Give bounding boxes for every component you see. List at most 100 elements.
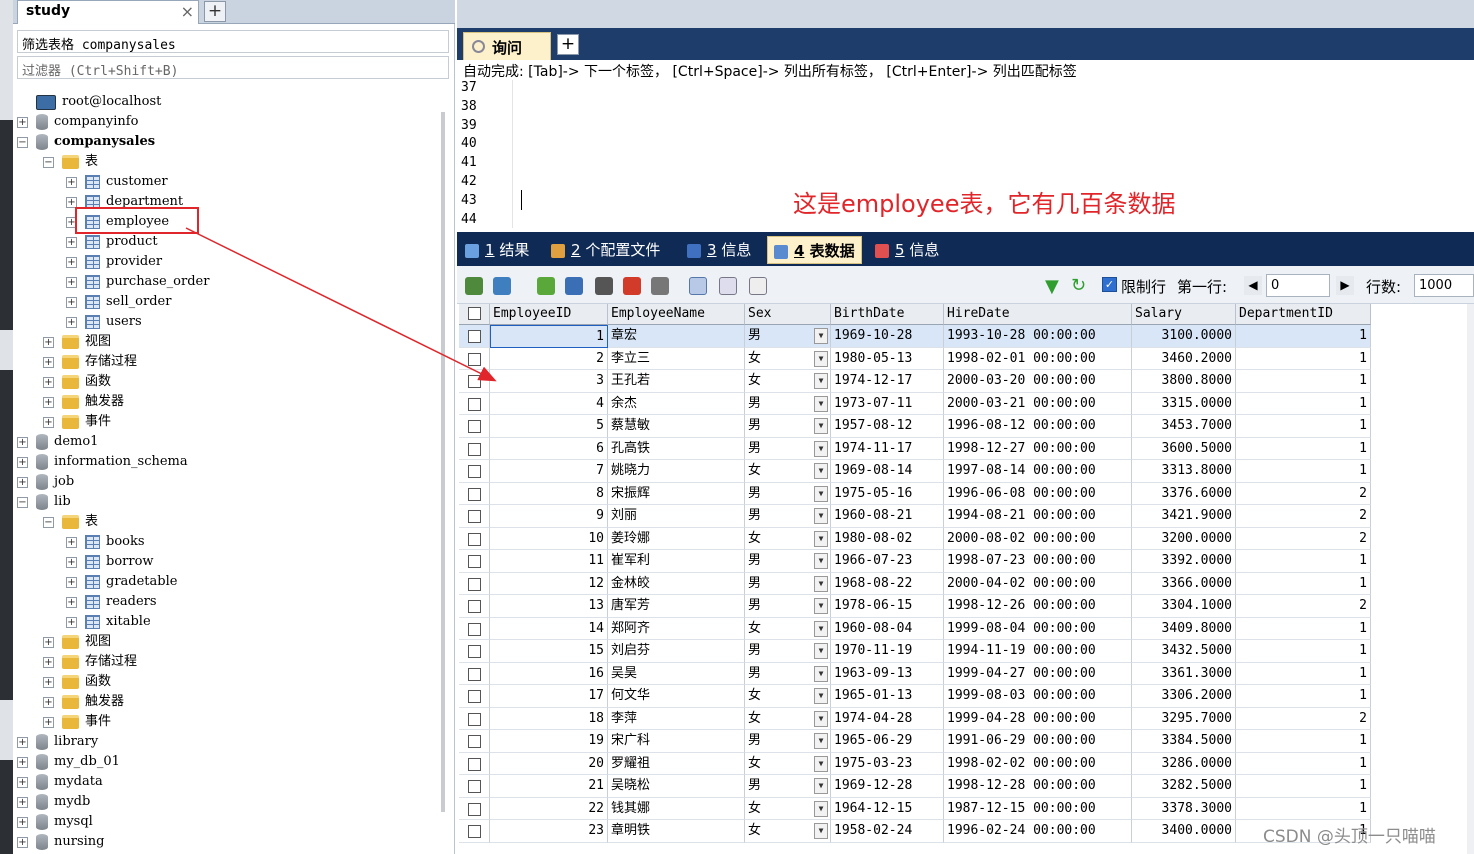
collapse-icon[interactable]: −: [17, 136, 28, 148]
cell-birthdate[interactable]: 1973-07-11: [831, 392, 944, 415]
cell-hiredate[interactable]: 1998-12-27 00:00:00: [944, 437, 1132, 460]
table-filter-field[interactable]: 筛选表格 companysales: [17, 30, 449, 53]
cell-employeename[interactable]: 余杰: [608, 392, 745, 415]
sql-editor[interactable]: 37 38 39 40 41 42 43 44 这是employee表，它有几百条数据: [457, 80, 1474, 228]
cell-employeeid[interactable]: 21: [490, 775, 608, 798]
cell-sex[interactable]: 女 ▼: [745, 460, 831, 483]
cell-departmentid[interactable]: 1: [1236, 437, 1371, 460]
cell-departmentid[interactable]: 1: [1236, 415, 1371, 438]
cell-hiredate[interactable]: 1999-04-28 00:00:00: [944, 707, 1132, 730]
cell-employeeid[interactable]: 9: [490, 505, 608, 528]
cell-salary[interactable]: 3453.7000: [1132, 415, 1236, 438]
row-select-cell[interactable]: [459, 415, 490, 438]
row-select-cell[interactable]: [459, 437, 490, 460]
cell-birthdate[interactable]: 1958-02-24: [831, 820, 944, 843]
row-select-cell[interactable]: [459, 595, 490, 618]
cell-sex[interactable]: 男 ▼: [745, 415, 831, 438]
row-select-cell[interactable]: [459, 617, 490, 640]
cell-hiredate[interactable]: 2000-04-02 00:00:00: [944, 572, 1132, 595]
cell-salary[interactable]: 3306.2000: [1132, 685, 1236, 708]
tree-item[interactable]: + companyinfo: [17, 112, 138, 132]
tree-scrollbar[interactable]: [441, 112, 445, 812]
expand-icon[interactable]: +: [66, 316, 77, 328]
tree-item[interactable]: + gradetable: [66, 572, 177, 592]
cell-sex[interactable]: 男 ▼: [745, 482, 831, 505]
import-icon[interactable]: [493, 277, 511, 295]
cell-sex[interactable]: 男 ▼: [745, 662, 831, 685]
row-checkbox[interactable]: [468, 712, 481, 726]
column-header-sex[interactable]: Sex: [745, 304, 831, 325]
cell-hiredate[interactable]: 1994-11-19 00:00:00: [944, 640, 1132, 663]
discard-icon[interactable]: [651, 277, 669, 295]
row-checkbox[interactable]: [468, 375, 481, 388]
cell-hiredate[interactable]: 1987-12-15 00:00:00: [944, 797, 1132, 820]
expand-icon[interactable]: +: [43, 336, 54, 348]
table-row[interactable]: 16 吴昊男 ▼ 1963-09-13 1999-04-27 00:00:00 3361.…: [459, 662, 1371, 685]
row-select-cell[interactable]: [459, 775, 490, 798]
cell-salary[interactable]: 3409.8000: [1132, 617, 1236, 640]
cell-sex[interactable]: 男 ▼: [745, 505, 831, 528]
cell-employeename[interactable]: 宋振辉: [608, 482, 745, 505]
dropdown-arrow-icon[interactable]: ▼: [814, 463, 828, 479]
row-select-cell[interactable]: [459, 640, 490, 663]
table-row[interactable]: 14 郑阿齐女 ▼ 1960-08-04 1999-08-04 00:00:00 3409…: [459, 617, 1371, 640]
result-tab-2[interactable]: 2 个配置文件: [551, 236, 660, 264]
row-checkbox[interactable]: [468, 420, 481, 433]
cell-employeename[interactable]: 吴昊: [608, 662, 745, 685]
table-row[interactable]: 1 章宏男 ▼ 1969-10-28 1993-10-28 00:00:00 3100.0…: [459, 325, 1371, 348]
expand-icon[interactable]: +: [43, 676, 54, 688]
cell-birthdate[interactable]: 1970-11-19: [831, 640, 944, 663]
tree-item[interactable]: + purchase_order: [66, 272, 209, 292]
cell-salary[interactable]: 3378.3000: [1132, 797, 1236, 820]
cell-departmentid[interactable]: 1: [1236, 685, 1371, 708]
dropdown-arrow-icon[interactable]: ▼: [814, 823, 828, 839]
add-connection-button[interactable]: +: [204, 1, 226, 22]
delete-icon[interactable]: [623, 277, 641, 295]
cell-employeename[interactable]: 孔高铁: [608, 437, 745, 460]
row-select-cell[interactable]: [459, 527, 490, 550]
cell-employeename[interactable]: 章明铁: [608, 820, 745, 843]
cell-birthdate[interactable]: 1965-06-29: [831, 730, 944, 753]
cell-hiredate[interactable]: 1998-02-02 00:00:00: [944, 752, 1132, 775]
cell-birthdate[interactable]: 1957-08-12: [831, 415, 944, 438]
expand-icon[interactable]: +: [43, 716, 54, 728]
cell-sex[interactable]: 男 ▼: [745, 775, 831, 798]
row-select-cell[interactable]: [459, 370, 490, 393]
expand-icon[interactable]: +: [17, 816, 28, 828]
cell-sex[interactable]: 女 ▼: [745, 752, 831, 775]
tree-item[interactable]: + books: [66, 532, 145, 552]
expand-icon[interactable]: +: [17, 436, 28, 448]
cell-sex[interactable]: 男 ▼: [745, 572, 831, 595]
collapse-icon[interactable]: −: [43, 516, 54, 528]
cell-sex[interactable]: 女 ▼: [745, 707, 831, 730]
tree-item[interactable]: + mydata: [17, 772, 103, 792]
cell-employeeid[interactable]: 8: [490, 482, 608, 505]
tree-item[interactable]: + 存储过程: [43, 652, 137, 672]
cell-employeename[interactable]: 宋广科: [608, 730, 745, 753]
expand-icon[interactable]: +: [43, 396, 54, 408]
table-row[interactable]: 15 刘启芬男 ▼ 1970-11-19 1994-11-19 00:00:00 3432…: [459, 640, 1371, 663]
table-row[interactable]: 21 吴晓松男 ▼ 1969-12-28 1998-12-28 00:00:00 3282…: [459, 775, 1371, 798]
table-row[interactable]: 8 宋振辉男 ▼ 1975-05-16 1996-06-08 00:00:00 3376.…: [459, 482, 1371, 505]
dropdown-arrow-icon[interactable]: ▼: [814, 373, 828, 389]
cell-departmentid[interactable]: 1: [1236, 392, 1371, 415]
cell-birthdate[interactable]: 1963-09-13: [831, 662, 944, 685]
cell-salary[interactable]: 3432.5000: [1132, 640, 1236, 663]
expand-icon[interactable]: +: [43, 416, 54, 428]
cell-hiredate[interactable]: 1991-06-29 00:00:00: [944, 730, 1132, 753]
result-tab-5[interactable]: 5 信息: [875, 236, 939, 264]
row-checkbox[interactable]: [468, 352, 481, 366]
duplicate-row-icon[interactable]: [565, 277, 583, 295]
cell-employeeid[interactable]: 12: [490, 572, 608, 595]
cell-sex[interactable]: 男 ▼: [745, 325, 831, 348]
dropdown-arrow-icon[interactable]: ▼: [814, 710, 828, 727]
cell-employeename[interactable]: 姚晓力: [608, 460, 745, 483]
cell-employeeid[interactable]: 19: [490, 730, 608, 753]
cell-sex[interactable]: 男 ▼: [745, 595, 831, 618]
dropdown-arrow-icon[interactable]: ▼: [814, 598, 828, 614]
limit-rows-checkbox[interactable]: ✓: [1102, 277, 1117, 292]
cell-employeeid[interactable]: 3: [490, 370, 608, 393]
cell-birthdate[interactable]: 1960-08-21: [831, 505, 944, 528]
text-view-icon[interactable]: [749, 277, 767, 295]
cell-employeeid[interactable]: 23: [490, 820, 608, 843]
